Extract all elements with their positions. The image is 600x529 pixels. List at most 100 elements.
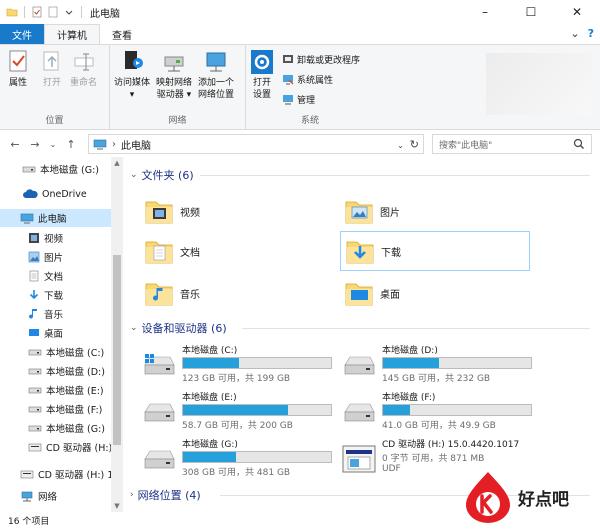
folder-item[interactable]: 文档 [140,231,330,271]
folder-item[interactable]: 桌面 [340,273,530,313]
open-settings-button[interactable]: 打开 设置 [250,49,274,101]
properties-button[interactable]: 属性 [6,49,30,89]
nav-item[interactable]: 视频 [28,229,63,247]
nav-item[interactable]: 本地磁盘 (C:) [28,343,104,361]
search-icon [573,138,584,149]
nav-item-label: CD 驱动器 (H:) 1! [38,470,118,481]
section-header-drives[interactable]: ⌄ 设备和驱动器 (6) [130,320,227,336]
drive-icon [28,366,42,376]
back-button[interactable]: ← [8,138,22,151]
scroll-thumb[interactable] [113,255,121,445]
address-bar-row: ← → ⌄ ↑ › 此电脑 ⌄ ↻ 搜索"此电脑" [0,131,600,157]
tab-view[interactable]: 查看 [100,24,144,44]
collapse-ribbon-icon[interactable]: ⌄ [570,27,579,40]
up-button[interactable]: ↑ [64,138,78,151]
media-icon [125,51,143,69]
address-dropdown-icon[interactable]: ⌄ [397,141,404,150]
properties-icon[interactable] [31,6,43,18]
video-icon [28,232,40,244]
uninstall-icon [283,55,293,63]
folder-item[interactable]: 下载 [340,231,530,271]
separator [81,6,82,18]
recent-dropdown-icon[interactable]: ⌄ [46,140,60,149]
new-folder-icon[interactable] [47,6,59,18]
network-icon [20,491,34,502]
nav-item[interactable]: 网络 [20,487,57,505]
folder-item[interactable]: 视频 [140,191,330,231]
folder-video-icon [144,196,180,226]
content-pane: ⌄ 文件夹 (6) 视频 图片文档 下载音乐 桌面 ⌄ 设备和驱动器 (6) 本地磁盘… [124,157,600,512]
open-icon [43,51,59,71]
refresh-icon[interactable]: ↻ [410,138,419,151]
nav-item[interactable]: 本地磁盘 (G:) [28,419,105,437]
nav-item[interactable]: 本地磁盘 (G:) [22,160,99,178]
quick-access-toolbar [0,0,84,24]
scroll-down-icon[interactable]: ▼ [111,502,123,510]
drive-item[interactable]: 本地磁盘 (D:) 145 GB 可用，共 232 GB [342,343,542,387]
nav-item-label: 本地磁盘 (G:) [46,424,105,435]
folder-label: 图片 [380,207,400,219]
drive-name: 本地磁盘 (F:) [382,393,436,403]
folder-label: 下载 [381,247,401,259]
watermark-logo [466,472,510,523]
qa-dropdown-icon[interactable] [63,6,75,18]
section-header-folders[interactable]: ⌄ 文件夹 (6) [130,167,194,183]
nav-item[interactable]: 本地磁盘 (D:) [28,362,105,380]
drive-item[interactable]: 本地磁盘 (G:) 308 GB 可用，共 481 GB [142,437,342,481]
navigation-pane: 本地磁盘 (G:) OneDrive 此电脑视频图片文档 下载 音乐 桌面 本地磁盘 (C:… [0,157,123,512]
computer-icon [20,213,34,224]
tab-file[interactable]: 文件 [0,24,44,44]
drive-item[interactable]: 本地磁盘 (F:) 41.0 GB 可用，共 49.9 GB [342,390,542,434]
divider [242,328,590,329]
access-media-button[interactable]: 访问媒体 ▾ [114,49,150,101]
drive-usage-bar [182,451,332,463]
manage-icon [283,95,293,105]
nav-item-label: 本地磁盘 (D:) [46,367,105,378]
forward-button[interactable]: → [28,138,42,151]
drive-name: CD 驱动器 (H:) 15.0.4420.1017 [382,440,520,450]
nav-item[interactable]: 本地磁盘 (E:) [28,381,104,399]
drive-name: 本地磁盘 (C:) [182,346,238,356]
section-header-network[interactable]: › 网络位置 (4) [130,487,201,503]
chevron-down-icon: ⌄ [130,170,138,180]
uninstall-program-button[interactable]: 卸载或更改程序 [282,51,360,67]
watermark: 好点吧 [460,469,596,525]
folder-item[interactable]: 图片 [340,191,530,231]
nav-item[interactable]: OneDrive [22,185,87,203]
folder-item[interactable]: 音乐 [140,273,330,313]
map-network-drive-button[interactable]: 映射网络 驱动器 ▾ [156,49,192,101]
nav-item[interactable]: CD 驱动器 (H:) 1! [20,465,117,483]
folder-desktop-icon [344,278,380,308]
help-icon[interactable]: ? [588,27,594,40]
address-actions: ⌄ ↻ [397,138,419,151]
drive-item[interactable]: 本地磁盘 (C:) 123 GB 可用，共 199 GB [142,343,342,387]
nav-item-label: 图片 [44,253,64,264]
document-icon [28,270,40,282]
nav-item[interactable]: CD 驱动器 (H:) [28,438,112,456]
nav-item[interactable]: 文档 [28,267,63,285]
address-field[interactable]: › 此电脑 ⌄ ↻ [88,134,424,154]
minimize-button[interactable]: – [462,0,508,24]
system-properties-button[interactable]: 系统属性 [282,71,333,87]
add-network-location-button[interactable]: 添加一个 网络位置 [198,49,234,101]
close-button[interactable]: ✕ [554,0,600,24]
music-icon [28,308,40,320]
nav-item[interactable]: 本地磁盘 (F:) [28,400,102,418]
nav-item-label: CD 驱动器 (H:) [46,443,113,454]
nav-item[interactable]: 此电脑 [0,209,111,227]
scroll-up-icon[interactable]: ▲ [111,159,123,167]
drive-item[interactable]: 本地磁盘 (E:) 58.7 GB 可用，共 200 GB [142,390,342,434]
ribbon-tabs: 文件 计算机 查看 ⌄ ? [0,24,600,44]
open-button[interactable]: 打开 [40,49,64,89]
manage-button[interactable]: 管理 [282,91,315,107]
rename-button[interactable]: 重命名 [70,49,97,89]
tab-computer[interactable]: 计算机 [44,24,100,44]
nav-item[interactable]: 图片 [28,248,63,266]
nav-item[interactable]: 下载 [28,286,63,304]
properties-icon [9,50,27,72]
maximize-button[interactable]: ☐ [508,0,554,24]
navigation-scrollbar[interactable]: ▲ ▼ [111,157,123,512]
nav-item[interactable]: 音乐 [28,305,63,323]
nav-item[interactable]: 桌面 [28,324,63,342]
search-input[interactable]: 搜索"此电脑" [432,134,592,154]
